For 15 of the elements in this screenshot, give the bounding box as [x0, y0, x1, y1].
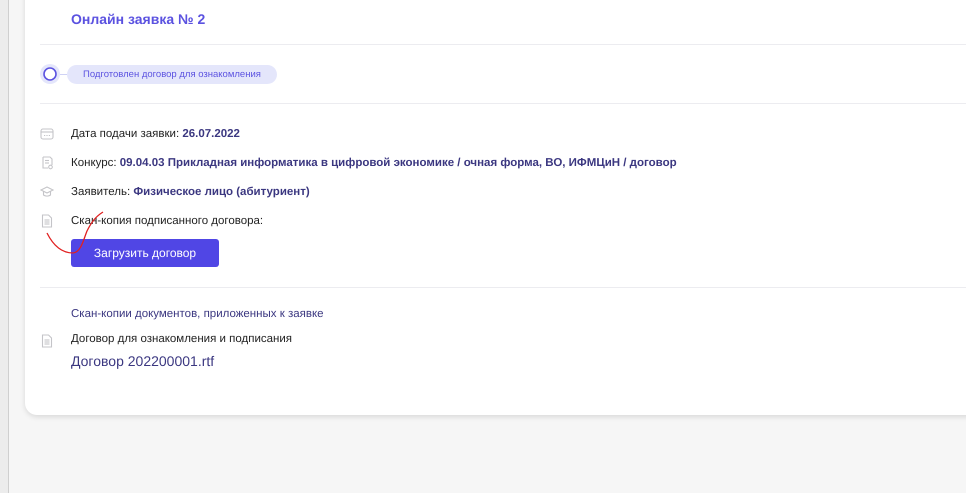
document-label: Договор для ознакомления и подписания — [71, 333, 292, 345]
detail-text: Конкурс: 09.04.03 Прикладная информатика в цифровой экономике / очная форма, ВО, ИФМЦиН / договор — [71, 156, 677, 168]
graduation-cap-icon — [40, 184, 54, 198]
status-badge: Подготовлен договор для ознакомления — [67, 64, 277, 84]
file-link[interactable]: Договор 202200001.rtf — [71, 353, 292, 369]
document-icon — [40, 214, 54, 228]
upload-button[interactable]: Загрузить договор — [71, 239, 219, 267]
document-icon — [40, 334, 54, 348]
calendar-icon — [40, 126, 54, 140]
section-title: Скан-копии документов, приложенных к заявке — [71, 308, 325, 320]
application-title: Онлайн заявка № 2 — [71, 10, 206, 29]
detail-text: Заявитель: Физическое лицо (абитуриент) — [71, 186, 310, 198]
step-circle-icon — [40, 64, 60, 84]
certificate-icon — [40, 156, 54, 170]
detail-text: Дата подачи заявки: 26.07.2022 — [71, 128, 240, 140]
